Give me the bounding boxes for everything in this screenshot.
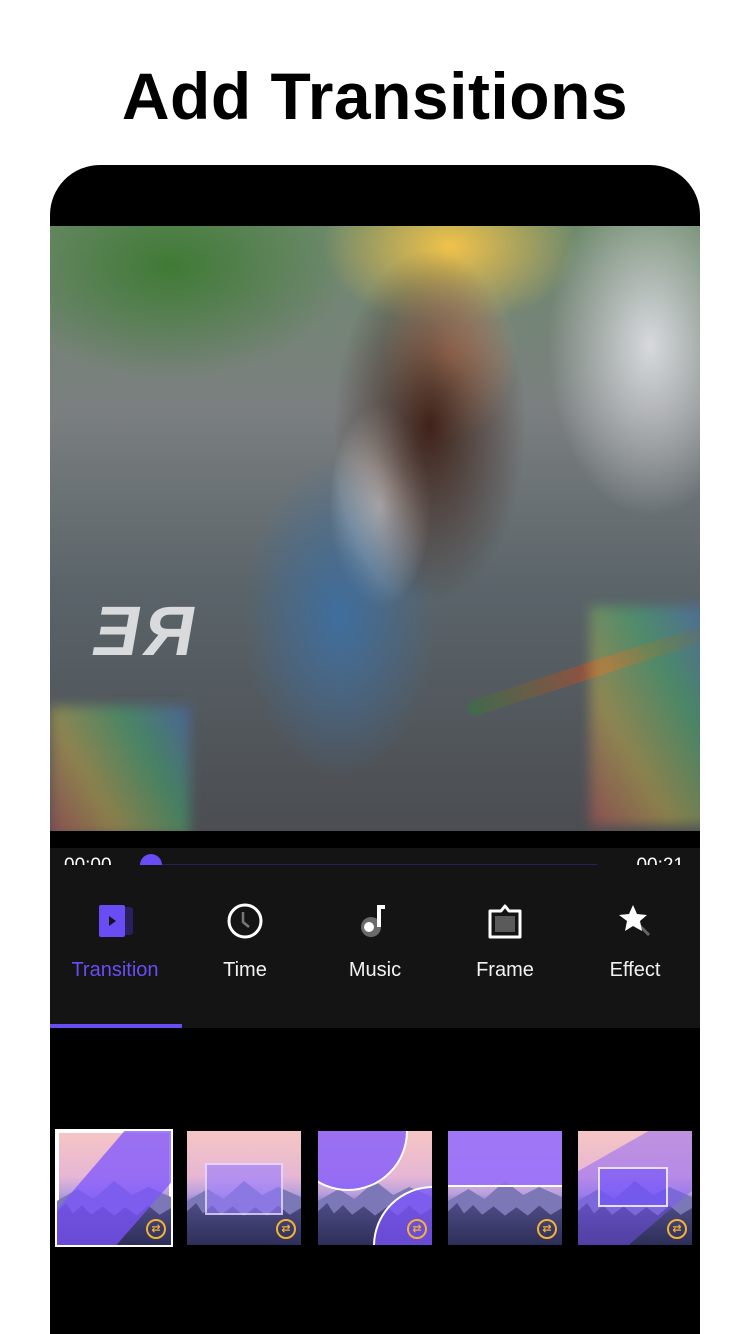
playback-timeline: 00:00 00:21 — [50, 831, 700, 876]
light-leak — [590, 606, 700, 826]
clock-icon — [225, 901, 265, 941]
transition-icon — [95, 901, 135, 941]
slide-overlay — [448, 1131, 562, 1187]
swap-icon: ⇄ — [276, 1219, 296, 1239]
tab-time[interactable]: Time — [180, 865, 310, 1028]
swap-icon: ⇄ — [537, 1219, 557, 1239]
circle-overlay-top — [318, 1131, 408, 1191]
headline: Add Transitions — [121, 59, 629, 133]
tab-label: Music — [348, 959, 402, 981]
transition-list: ⇄ ⇄ ⇄ ⇄ ⇄ — [50, 1129, 700, 1247]
video-preview[interactable]: RE — [50, 226, 700, 831]
tab-effect[interactable]: Effect — [570, 865, 700, 1028]
transition-thumbnail[interactable]: ⇄ — [55, 1129, 173, 1247]
swap-icon: ⇄ — [667, 1219, 687, 1239]
cube-overlay — [205, 1163, 283, 1215]
swap-icon: ⇄ — [407, 1219, 427, 1239]
transition-thumbnail[interactable]: ⇄ — [578, 1131, 692, 1245]
tab-label: Effect — [609, 959, 661, 981]
tab-label: Transition — [71, 959, 159, 981]
zoom-box-overlay — [598, 1167, 668, 1207]
transition-thumbnail[interactable]: ⇄ — [318, 1131, 432, 1245]
tab-frame[interactable]: Frame — [440, 865, 570, 1028]
phone-frame: RE 00:00 00:21 Transition — [50, 165, 700, 1334]
frame-icon — [485, 901, 525, 941]
street-marking: RE — [83, 592, 203, 670]
transition-thumbnail[interactable]: ⇄ — [187, 1131, 301, 1245]
light-leak — [50, 706, 190, 831]
magic-star-icon — [615, 901, 655, 941]
tab-transition[interactable]: Transition — [50, 865, 182, 1028]
tab-music[interactable]: Music — [310, 865, 440, 1028]
tab-label: Time — [223, 959, 267, 981]
swap-icon: ⇄ — [146, 1219, 166, 1239]
music-note-icon — [355, 901, 395, 941]
transition-thumbnail[interactable]: ⇄ — [448, 1131, 562, 1245]
tab-label: Frame — [476, 959, 534, 981]
edit-toolbar: Transition Time Music Frame Effect — [50, 865, 700, 1028]
